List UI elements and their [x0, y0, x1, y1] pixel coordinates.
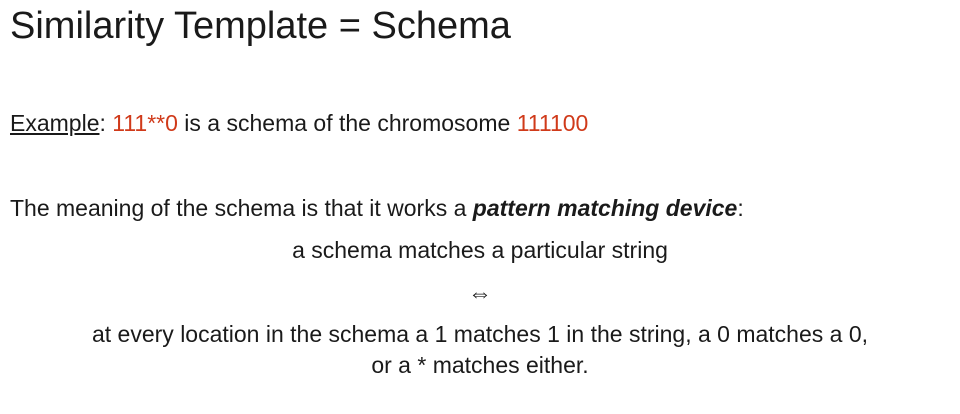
- iff-arrow-icon: ⇔: [468, 280, 492, 307]
- example-schema: 111**0: [112, 110, 178, 136]
- example-label: Example: [10, 110, 100, 136]
- slide: Similarity Template = Schema Example: 11…: [0, 0, 960, 414]
- example-line: Example: 111**0 is a schema of the chrom…: [10, 108, 588, 138]
- meaning-line: The meaning of the schema is that it wor…: [10, 193, 744, 223]
- rule-text-line-1: at every location in the schema a 1 matc…: [91, 321, 869, 347]
- meaning-emphasis: pattern matching device: [472, 195, 738, 221]
- rule-text-line-2: or a * matches either.: [371, 352, 589, 378]
- example-chromosome: 111100: [516, 110, 589, 136]
- meaning-text-before: The meaning of the schema is that it wor…: [10, 195, 473, 221]
- slide-title: Similarity Template = Schema: [10, 5, 511, 47]
- example-middle-text: is a schema of the chromosome: [177, 110, 517, 136]
- schema-statement: a schema matches a particular string: [292, 237, 668, 263]
- example-colon: :: [99, 110, 113, 136]
- meaning-text-after: :: [737, 195, 744, 221]
